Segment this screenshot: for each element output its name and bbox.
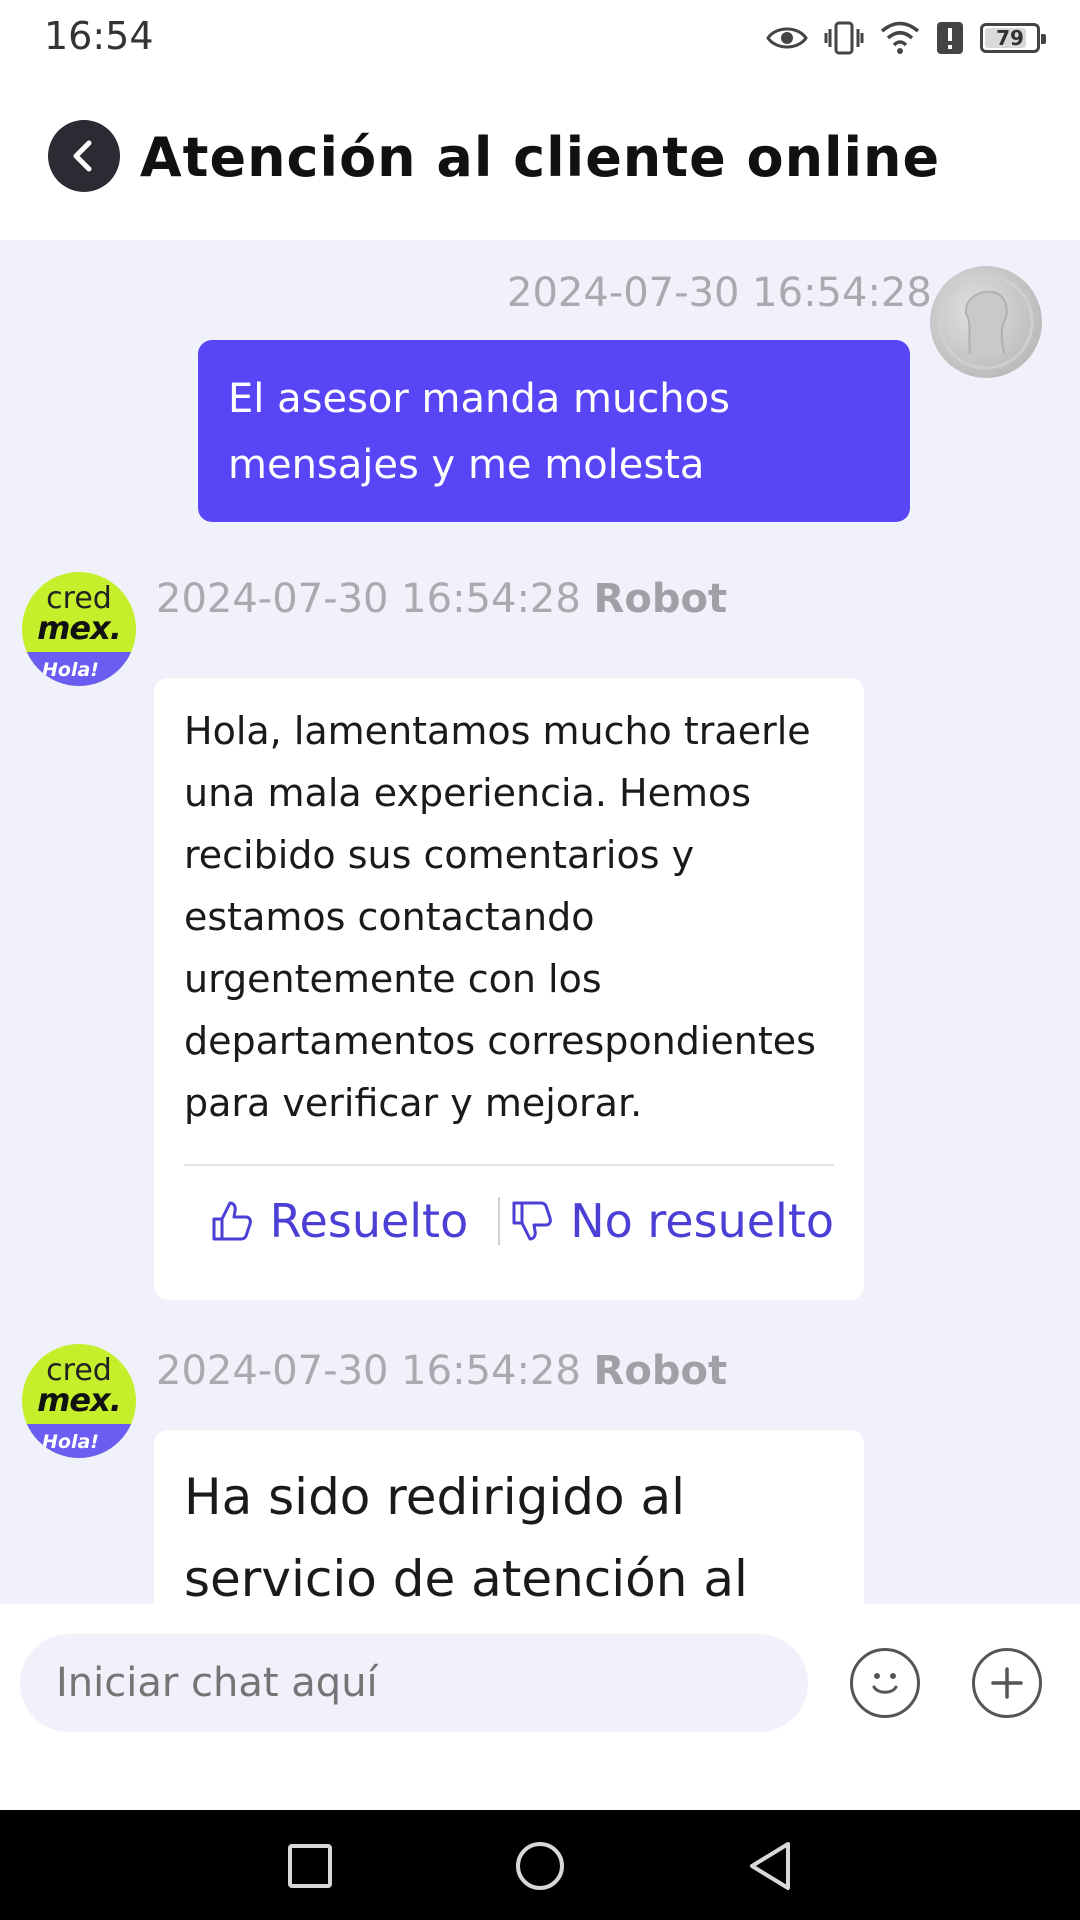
battery-indicator: 79 [980,23,1046,53]
bot-message-bubble: Ha sido redirigido al servicio de atenci… [154,1430,864,1604]
sender-name: Robot [593,1348,728,1394]
alert-icon [937,22,963,54]
bot-message-bubble: Hola, lamentamos mucho traerle una mala … [154,678,864,1300]
chat-messages[interactable]: 2024-07-30 16:54:28 El asesor manda much… [0,240,1080,1604]
user-avatar [930,266,1042,378]
message-timestamp: 2024-07-30 16:54:28 [156,576,581,622]
thumbs-down-icon [512,1201,553,1241]
avatar-logo-line2: mex. [37,1381,122,1419]
thumbs-up-icon [212,1201,252,1241]
feedback-row: Resuelto No resuelto [184,1166,834,1276]
eye-icon [766,27,808,49]
back-nav-button[interactable] [742,1838,798,1894]
plus-icon [991,1667,1023,1699]
wifi-icon [880,21,920,54]
resolved-button[interactable]: Resuelto [210,1194,469,1248]
composer-bar [0,1604,1080,1810]
feedback-separator [498,1197,501,1245]
not-resolved-label: No resuelto [570,1194,834,1248]
message-meta: 2024-07-30 16:54:28 Robot [156,576,727,622]
avatar-logo-badge: Hola! [42,659,99,681]
add-button[interactable] [972,1648,1042,1718]
message-meta: 2024-07-30 16:54:28 Robot [156,1348,727,1394]
page-title: Atención al cliente online [139,126,941,189]
recents-button[interactable] [282,1838,338,1894]
user-message-bubble: El asesor manda muchos mensajes y me mol… [198,340,910,522]
triangle-back-icon [750,1842,790,1890]
smiley-icon [872,1673,898,1694]
bot-avatar: cred mex. Hola! [22,1344,136,1458]
avatar-logo-line2: mex. [37,609,122,647]
user-avatar-image [938,274,1034,370]
status-time: 16:54 [44,14,154,58]
emoji-button[interactable] [850,1648,920,1718]
resolved-label: Resuelto [269,1194,469,1248]
avatar-logo-badge: Hola! [42,1431,99,1453]
circle-icon [516,1842,564,1890]
battery-level: 79 [996,26,1024,50]
bot-message-text: Ha sido redirigido al servicio de atenci… [184,1468,748,1604]
system-nav-bar [0,1810,1080,1920]
status-bar: 16:54 79 [0,0,1080,80]
bot-avatar: cred mex. Hola! [22,572,136,686]
message-timestamp: 2024-07-30 16:54:28 [156,1348,581,1394]
not-resolved-button[interactable]: No resuelto [510,1194,834,1248]
home-button[interactable] [512,1838,568,1894]
status-icons: 79 [766,14,1046,62]
message-timestamp: 2024-07-30 16:54:28 [507,270,932,316]
vibrate-icon [824,21,864,55]
app-bar: Atención al cliente online [0,80,1080,240]
sender-name: Robot [593,576,728,622]
bot-message-text: Hola, lamentamos mucho traerle una mala … [184,709,816,1125]
square-icon [288,1844,332,1888]
chat-input[interactable] [20,1634,808,1732]
